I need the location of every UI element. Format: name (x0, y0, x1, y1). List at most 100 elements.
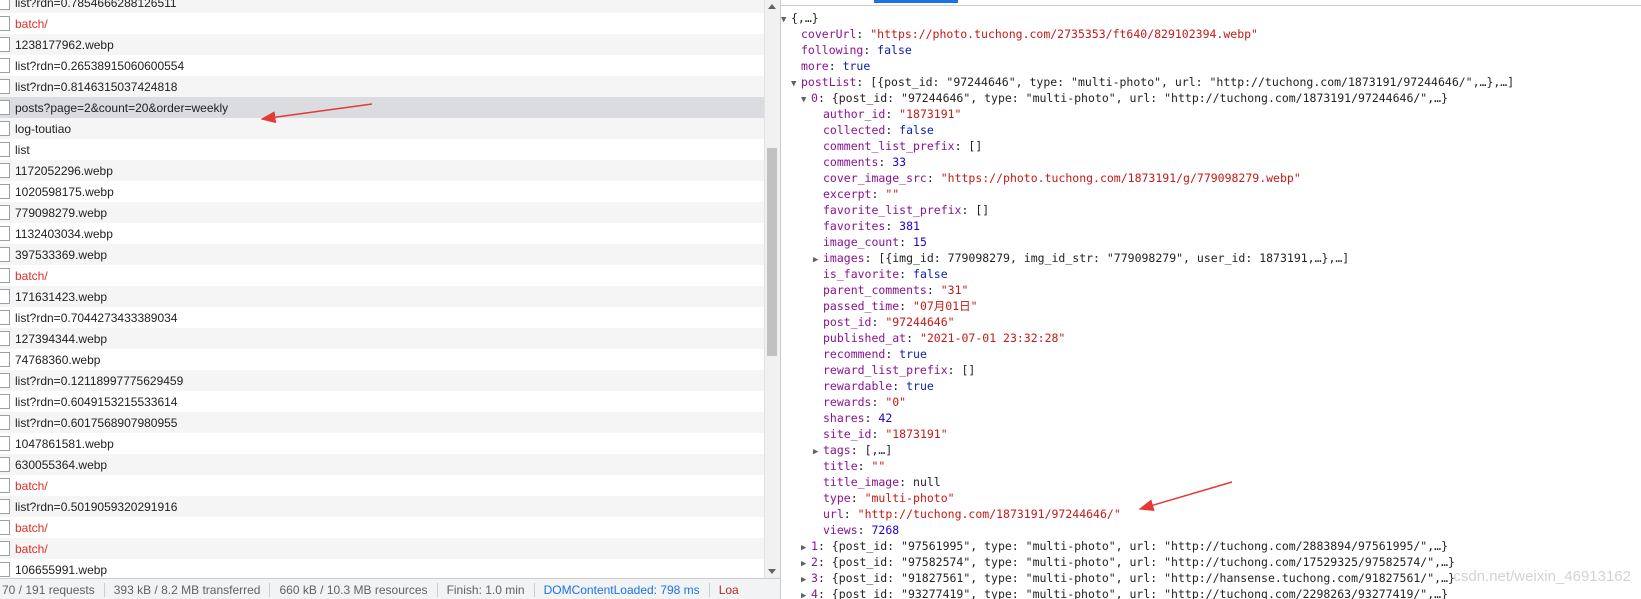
request-name: list?rdn=0.7044273433389034 (15, 310, 178, 325)
scrollbar-thumb[interactable] (767, 148, 777, 356)
expand-triangle-icon[interactable]: ▼ (801, 92, 811, 108)
json-line[interactable]: ▼ 0: {post_id: "97244646", type: "multi-p… (801, 90, 1448, 106)
json-line[interactable]: ▶ images: [{img_id: 779098279, img_id_str… (813, 250, 1349, 266)
json-line: more: true (791, 58, 870, 74)
json-line[interactable]: ▼ postList: [{post_id: "97244646", type: … (791, 74, 1514, 90)
request-row[interactable]: list?rdn=0.6049153215533614 (0, 391, 764, 412)
scroll-up-arrow-icon[interactable] (768, 4, 776, 9)
json-key: is_favorite (823, 267, 900, 281)
request-row[interactable]: 630055364.webp (0, 454, 764, 475)
request-type-icon (0, 562, 10, 577)
request-type-icon (0, 478, 10, 493)
json-line[interactable]: ▶ 2: {post_id: "97582574", type: "multi-p… (801, 554, 1455, 570)
json-colon: : (954, 139, 969, 153)
json-key: collected (823, 123, 886, 137)
request-row[interactable]: batch/ (0, 265, 764, 286)
request-count: 70 / 191 requests (0, 582, 105, 597)
request-row[interactable]: 779098279.webp (0, 202, 764, 223)
json-key: comments (823, 155, 879, 169)
request-row[interactable]: 74768360.webp (0, 349, 764, 370)
json-key: postList (801, 75, 857, 89)
request-row[interactable]: 106655991.webp (0, 559, 764, 578)
scroll-down-arrow-icon[interactable] (768, 569, 776, 574)
json-key: 3 (811, 571, 818, 585)
json-value: [{post_id: "97244646", type: "multi-phot… (870, 75, 1515, 89)
request-name: 630055364.webp (15, 457, 108, 472)
request-row[interactable]: posts?page=2&count=20&order=weekly (0, 97, 764, 118)
json-colon: : (864, 251, 879, 265)
request-row[interactable]: list?rdn=0.5019059320291916 (0, 496, 764, 517)
request-row[interactable]: 1238177962.webp (0, 34, 764, 55)
request-name: list?rdn=0.26538915060600554 (15, 58, 185, 73)
request-row[interactable]: batch/ (0, 517, 764, 538)
request-type-icon (0, 310, 10, 325)
request-row[interactable]: 1047861581.webp (0, 433, 764, 454)
json-line[interactable]: ▶ 3: {post_id: "91827561", type: "multi-p… (801, 570, 1455, 586)
json-key: favorites (823, 219, 886, 233)
request-row[interactable]: batch/ (0, 475, 764, 496)
request-name: log-toutiao (15, 121, 72, 136)
request-name: 1172052296.webp (15, 163, 113, 178)
request-row[interactable]: list (0, 139, 764, 160)
request-row[interactable]: 397533369.webp (0, 244, 764, 265)
request-type-icon (0, 100, 10, 115)
transferred-size: 393 kB / 8.2 MB transferred (105, 582, 271, 597)
json-line: coverUrl: "https://photo.tuchong.com/273… (791, 26, 1258, 42)
json-line[interactable]: ▼ {,…} (781, 10, 819, 26)
json-colon: : (961, 203, 976, 217)
request-row[interactable]: list?rdn=0.26538915060600554 (0, 55, 764, 76)
json-line: excerpt: "" (813, 186, 899, 202)
request-name: 397533369.webp (15, 247, 108, 262)
request-row[interactable]: list?rdn=0.7854666288126511 (0, 0, 764, 13)
request-list-scrollbar[interactable] (764, 0, 780, 578)
request-row[interactable]: list?rdn=0.6017568907980955 (0, 412, 764, 433)
request-type-icon (0, 163, 10, 178)
request-row[interactable]: batch/ (0, 13, 764, 34)
json-key: site_id (823, 427, 872, 441)
expand-triangle-icon[interactable]: ▼ (781, 12, 791, 28)
request-type-icon (0, 205, 10, 220)
json-colon: : (899, 299, 914, 313)
json-colon: : (885, 107, 900, 121)
json-value: "https://photo.tuchong.com/1873191/g/779… (940, 171, 1301, 185)
json-line: image_count: 15 (813, 234, 927, 250)
json-line: shares: 42 (813, 410, 892, 426)
request-type-icon (0, 394, 10, 409)
request-row[interactable]: list?rdn=0.12118997775629459 (0, 370, 764, 391)
json-value: "07月01日" (913, 299, 978, 313)
json-line: cover_image_src: "https://photo.tuchong.… (813, 170, 1301, 186)
json-colon: : (817, 587, 832, 599)
request-list: list?rdn=0.7854666288126511 batch/1238177… (0, 0, 764, 578)
finish-time: Finish: 1.0 min (438, 582, 535, 597)
json-line[interactable]: ▶ 4: {post_id: "93277419", type: "multi-p… (801, 586, 1448, 599)
json-colon: : (899, 475, 914, 489)
request-row[interactable]: 1132403034.webp (0, 223, 764, 244)
json-line: rewardable: true (813, 378, 934, 394)
json-line[interactable]: ▶ tags: [,…] (813, 442, 892, 458)
json-key: title_image (823, 475, 900, 489)
json-colon: : (871, 427, 886, 441)
request-type-icon (0, 58, 10, 73)
json-colon: : (864, 411, 879, 425)
active-tab-indicator (874, 0, 958, 3)
json-colon: : (871, 395, 886, 409)
json-colon: : (817, 555, 832, 569)
json-key: coverUrl (801, 27, 857, 41)
request-row[interactable]: list?rdn=0.8146315037424818 (0, 76, 764, 97)
request-name: list?rdn=0.6017568907980955 (15, 415, 178, 430)
expand-triangle-icon[interactable]: ▼ (791, 76, 801, 92)
request-row[interactable]: 127394344.webp (0, 328, 764, 349)
json-key: published_at (823, 331, 907, 345)
json-colon: : (857, 459, 872, 473)
collapse-triangle-icon[interactable]: ▶ (801, 588, 811, 599)
request-row[interactable]: list?rdn=0.7044273433389034 (0, 307, 764, 328)
json-line[interactable]: ▶ 1: {post_id: "97561995", type: "multi-p… (801, 538, 1448, 554)
request-row[interactable]: log-toutiao (0, 118, 764, 139)
json-value: "97244646" (885, 315, 955, 329)
request-row[interactable]: 1020598175.webp (0, 181, 764, 202)
request-row[interactable]: 1172052296.webp (0, 160, 764, 181)
request-row[interactable]: batch/ (0, 538, 764, 559)
json-line: following: false (791, 42, 912, 58)
json-value: false (877, 43, 912, 57)
request-row[interactable]: 171631423.webp (0, 286, 764, 307)
